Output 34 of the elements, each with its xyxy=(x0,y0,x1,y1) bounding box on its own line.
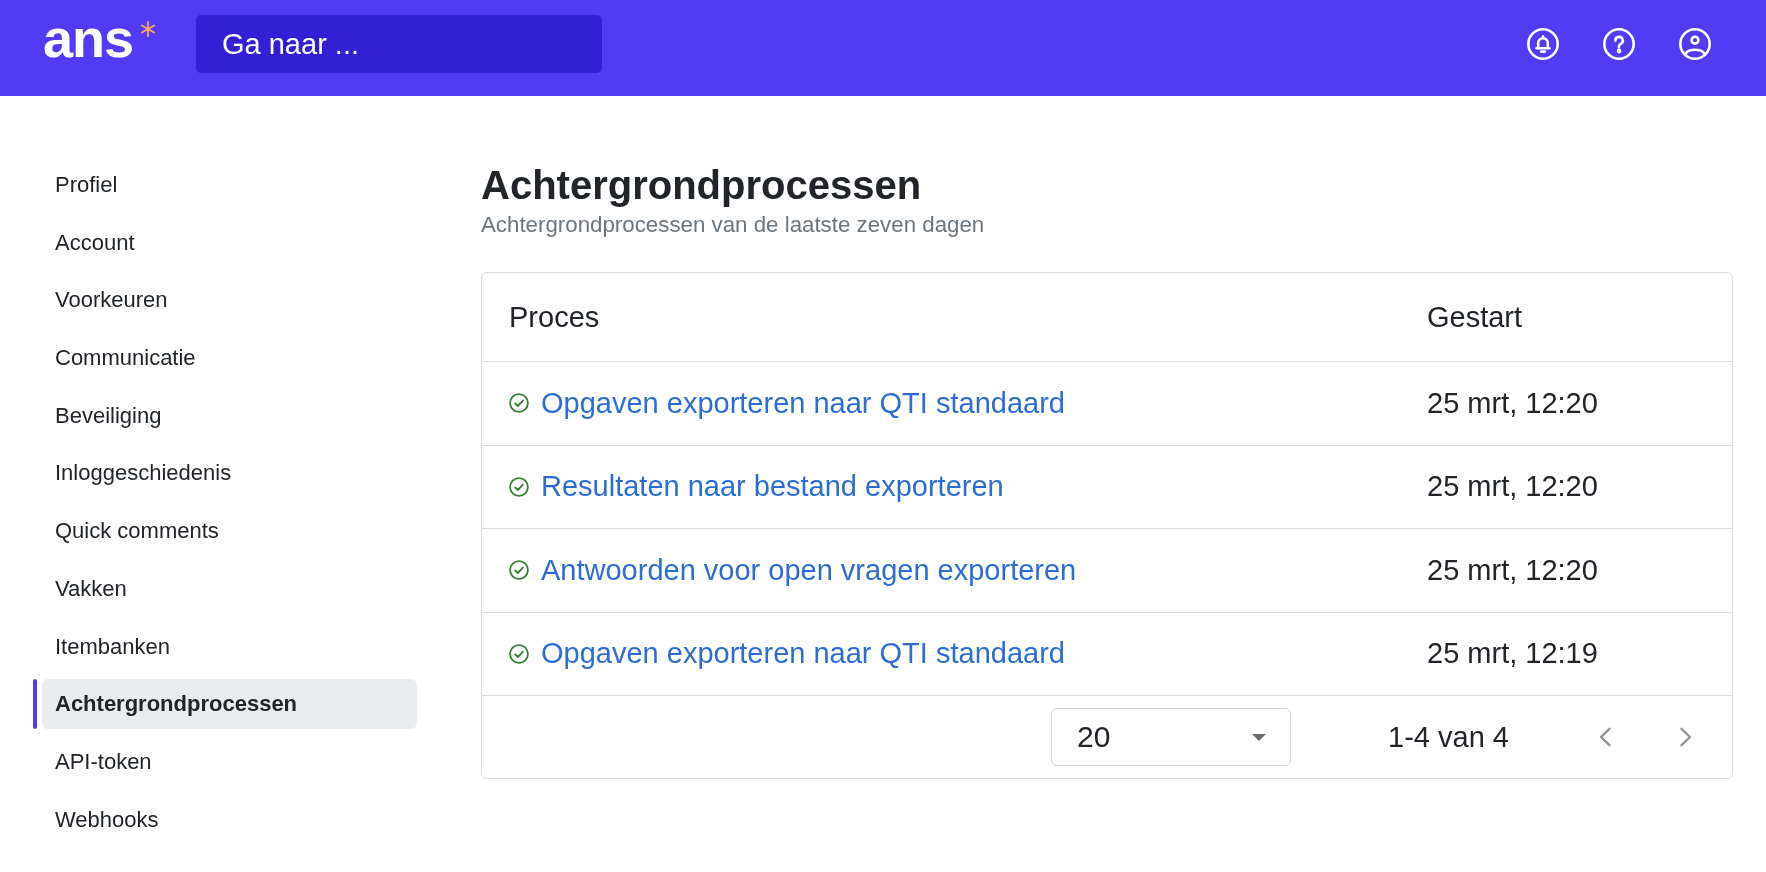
column-header: Proces xyxy=(509,300,600,334)
logo-wordmark: ans xyxy=(43,11,134,65)
start-time: 25 mrt, 12:19 xyxy=(1427,637,1598,671)
process-link[interactable]: Opgaven exporteren naar QTI standaard xyxy=(541,386,1065,420)
start-time: 25 mrt, 12:20 xyxy=(1427,386,1598,420)
start-time: 25 mrt, 12:20 xyxy=(1427,553,1598,587)
user-icon[interactable] xyxy=(1679,28,1711,60)
page-subtitle: Achtergrondprocessen van de laatste zeven dagen xyxy=(481,211,986,239)
sidebar-item[interactable]: Achtergrondprocessen xyxy=(42,679,417,730)
sidebar-item[interactable]: API-token xyxy=(42,736,417,787)
process-link[interactable]: Opgaven exporteren naar QTI standaard xyxy=(541,637,1065,671)
search-field[interactable]: Ga naar ... xyxy=(196,15,602,73)
process-link[interactable]: Antwoorden voor open vragen exporteren xyxy=(541,553,1077,587)
start-time: 25 mrt, 12:20 xyxy=(1427,470,1598,504)
selection-indicator xyxy=(33,679,37,730)
caret-icon xyxy=(1252,733,1267,741)
sidebar-item[interactable]: Communicatie xyxy=(42,333,417,384)
asterisk-icon xyxy=(140,21,157,37)
help-icon[interactable] xyxy=(1603,28,1635,60)
pagination-range: 1-4 van 4 xyxy=(1388,720,1509,754)
page-title: Achtergrondprocessen xyxy=(481,162,923,209)
sidebar-item[interactable]: Account xyxy=(42,217,417,268)
page-size-select[interactable]: 20 xyxy=(1051,708,1292,766)
sidebar-item[interactable]: Quick comments xyxy=(42,506,417,557)
sidebar-item[interactable]: Voorkeuren xyxy=(42,275,417,326)
sidebar-item[interactable]: Webhooks xyxy=(42,794,417,845)
sidebar-item[interactable]: Vakken xyxy=(42,563,417,614)
sidebar-item[interactable]: Beveiliging xyxy=(42,390,417,441)
column-header: Gestart xyxy=(1427,300,1523,334)
process-link[interactable]: Resultaten naar bestand exporteren xyxy=(541,470,1004,504)
sidebar-item[interactable]: Itembanken xyxy=(42,621,417,672)
bell-icon[interactable] xyxy=(1527,28,1559,60)
sidebar-item[interactable]: Profiel xyxy=(42,160,417,210)
sidebar-item[interactable]: Inloggeschiedenis xyxy=(42,448,417,499)
